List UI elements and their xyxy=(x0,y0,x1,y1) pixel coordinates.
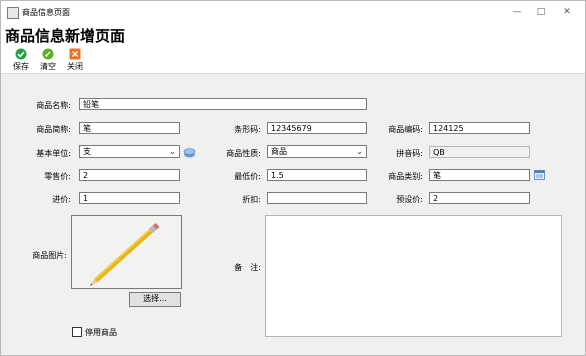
preset-price-label: 预设价: xyxy=(396,195,423,204)
retail-price-label: 零售价: xyxy=(44,172,71,181)
close-window-button[interactable]: ✕ xyxy=(557,4,577,20)
min-price-input[interactable]: 1.5 xyxy=(267,169,367,181)
name-input[interactable]: 铅笔 xyxy=(79,98,367,110)
checkmark-icon xyxy=(15,48,27,60)
disabled-label: 停用商品 xyxy=(85,328,117,337)
unit-manage-icon[interactable] xyxy=(183,147,196,158)
close-label: 关闭 xyxy=(67,62,83,71)
close-button[interactable]: 关闭 xyxy=(63,48,87,72)
barcode-label: 条形码: xyxy=(234,125,261,134)
page-header: 商品信息新增页面 xyxy=(1,23,585,45)
barcode-input[interactable]: 12345679 xyxy=(267,122,367,134)
discount-input[interactable] xyxy=(267,192,367,204)
window-title: 商品信息页面 xyxy=(22,8,70,17)
code-input[interactable]: 124125 xyxy=(429,122,530,134)
disabled-checkbox[interactable] xyxy=(72,327,82,337)
category-input[interactable]: 笔 xyxy=(429,169,530,181)
product-form: 商品名称: 铅笔 商品简称: 笔 条形码: 12345679 商品编码: 124… xyxy=(1,74,585,355)
save-button[interactable]: 保存 xyxy=(9,48,33,72)
unit-value: 支 xyxy=(83,147,91,156)
purchase-price-input[interactable]: 1 xyxy=(79,192,180,204)
pinyin-label: 拼音码: xyxy=(396,149,423,158)
unit-select[interactable]: 支 ⌄ xyxy=(79,145,180,158)
unit-label: 基本单位: xyxy=(36,149,71,158)
maximize-button[interactable]: □ xyxy=(531,4,551,20)
page-title: 商品信息新增页面 xyxy=(5,27,126,45)
broom-icon xyxy=(42,48,54,60)
clear-label: 清空 xyxy=(40,62,56,71)
chevron-down-icon: ⌄ xyxy=(356,147,363,156)
category-picker-icon[interactable] xyxy=(534,170,545,180)
short-name-input[interactable]: 笔 xyxy=(79,122,180,134)
close-icon xyxy=(69,48,81,60)
min-price-label: 最低价: xyxy=(234,172,261,181)
category-label: 商品类别: xyxy=(388,172,423,181)
purchase-price-label: 进价: xyxy=(52,195,71,204)
short-name-label: 商品简称: xyxy=(36,125,71,134)
chevron-down-icon: ⌄ xyxy=(169,147,176,156)
toolbar: 保存 清空 关闭 xyxy=(1,45,585,74)
choose-image-button[interactable]: 选择... xyxy=(129,292,181,307)
nature-select[interactable]: 商品 ⌄ xyxy=(267,145,367,158)
app-icon xyxy=(7,7,19,19)
clear-button[interactable]: 清空 xyxy=(36,48,60,72)
title-bar: 商品信息页面 — □ ✕ xyxy=(1,1,585,23)
discount-label: 折扣: xyxy=(242,195,261,204)
pinyin-input: QB xyxy=(429,146,530,158)
minimize-button[interactable]: — xyxy=(507,4,527,20)
preset-price-input[interactable]: 2 xyxy=(429,192,530,204)
remark-label: 备 注: xyxy=(234,263,261,272)
nature-value: 商品 xyxy=(271,147,287,156)
retail-price-input[interactable]: 2 xyxy=(79,169,180,181)
code-label: 商品编码: xyxy=(388,125,423,134)
product-image xyxy=(71,215,182,289)
image-label: 商品图片: xyxy=(32,251,67,260)
nature-label: 商品性质: xyxy=(226,149,261,158)
remark-textarea[interactable] xyxy=(265,215,562,337)
save-label: 保存 xyxy=(13,62,29,71)
pencil-image xyxy=(72,216,181,288)
name-label: 商品名称: xyxy=(36,101,71,110)
window: 商品信息页面 — □ ✕ 商品信息新增页面 保存 清空 关闭 商品名称: 铅笔 … xyxy=(0,0,586,356)
